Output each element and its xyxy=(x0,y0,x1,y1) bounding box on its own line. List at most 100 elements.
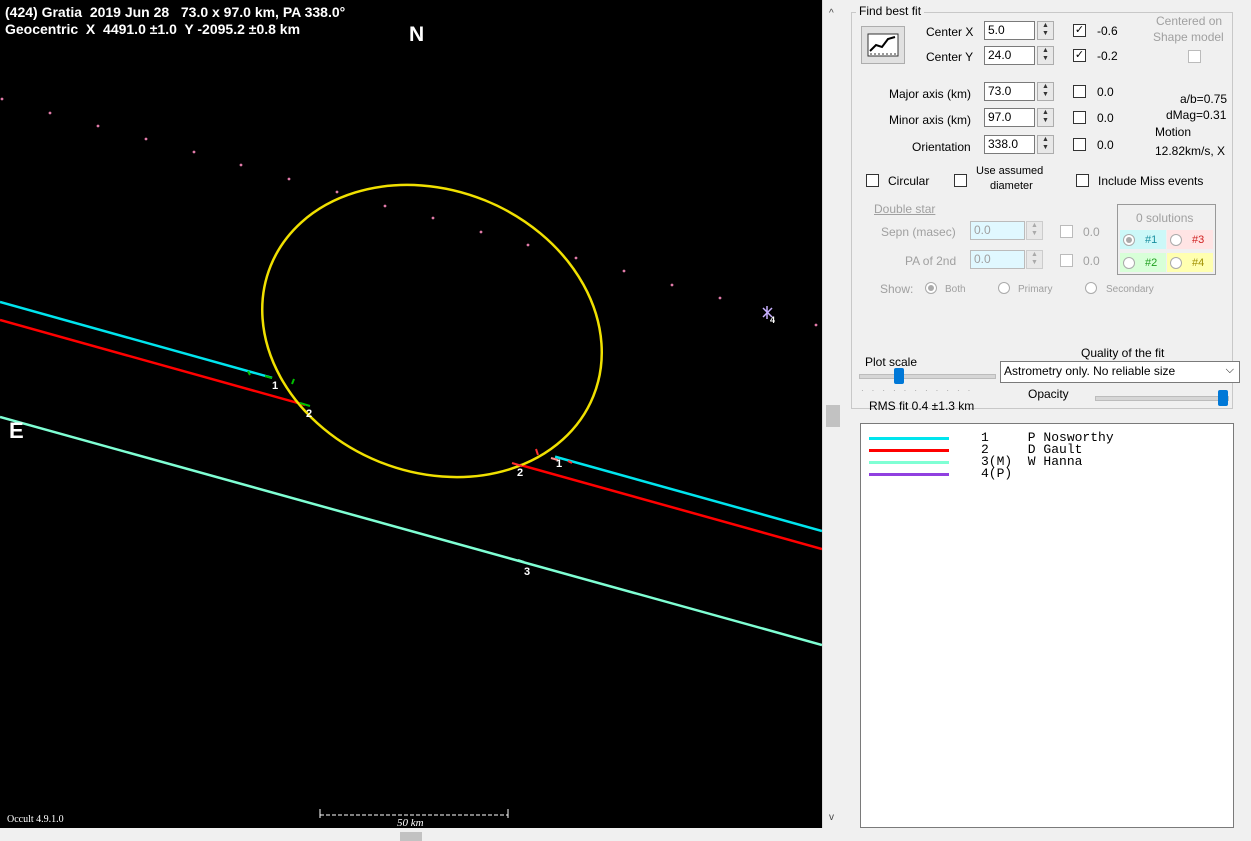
plot-area[interactable]: (424) Gratia 2019 Jun 28 73.0 x 97.0 km,… xyxy=(0,0,822,828)
solution-3-radio[interactable] xyxy=(1170,234,1182,246)
legend-color-swatch xyxy=(869,473,949,476)
legend-color-swatch xyxy=(869,449,949,452)
motion-value: 12.82km/s, X xyxy=(1155,144,1226,158)
opacity-slider-thumb[interactable] xyxy=(1218,390,1228,406)
orientation-spinner[interactable]: ▲ ▼ xyxy=(1037,135,1054,154)
center-x-spinner[interactable]: ▲ ▼ xyxy=(1037,21,1054,40)
show-both-radio[interactable] xyxy=(925,282,937,294)
observer-legend-list[interactable]: 1 P Nosworthy 2 D Gault 3(M) W Hanna 4(P) xyxy=(860,423,1234,828)
legend-text: 4(P) xyxy=(981,466,1028,481)
pa2-input[interactable]: 0.0 xyxy=(970,250,1025,269)
sepn-spinner[interactable]: ▲ ▼ xyxy=(1026,221,1043,240)
show-both-label: Both xyxy=(945,284,966,295)
sepn-checkbox[interactable] xyxy=(1060,225,1073,238)
center-y-input[interactable]: 24.0 xyxy=(984,46,1035,65)
scroll-up-icon[interactable]: ^ xyxy=(829,8,834,19)
solution-1-radio[interactable] xyxy=(1123,234,1135,246)
fit-chart-icon xyxy=(867,33,899,57)
quality-select-value: Astrometry only. No reliable size xyxy=(1004,364,1176,378)
motion-label: Motion xyxy=(1155,125,1192,139)
plot-scale-track[interactable] xyxy=(859,374,996,379)
show-secondary-radio[interactable] xyxy=(1085,282,1097,294)
horizontal-scroll-thumb[interactable] xyxy=(400,832,422,841)
centered-on-label-1: Centered on xyxy=(1156,14,1223,28)
pa2-checkbox[interactable] xyxy=(1060,254,1073,267)
solution-1-label: #1 xyxy=(1145,234,1158,246)
double-star-label: Double star xyxy=(874,202,936,216)
scroll-down-icon[interactable]: v xyxy=(829,812,834,823)
centered-on-shape-checkbox[interactable] xyxy=(1188,50,1201,63)
quality-label: Quality of the fit xyxy=(1081,346,1165,360)
center-x-delta: -0.6 xyxy=(1097,24,1118,38)
rms-fit-label: RMS fit 0.4 ±1.3 km xyxy=(869,399,975,413)
center-y-spinner[interactable]: ▲ ▼ xyxy=(1037,46,1054,65)
asteroid-profile-ellipse xyxy=(260,183,604,479)
center-x-input[interactable]: 5.0 xyxy=(984,21,1035,40)
use-assumed-diameter-checkbox[interactable] xyxy=(954,174,967,187)
orientation-delta: 0.0 xyxy=(1097,138,1114,152)
show-primary-label: Primary xyxy=(1018,284,1053,295)
sepn-input[interactable]: 0.0 xyxy=(970,221,1025,240)
minor-axis-checkbox[interactable] xyxy=(1073,111,1086,124)
quality-select[interactable]: Astrometry only. No reliable size ⌵ xyxy=(1000,361,1240,383)
centered-on-label-2: Shape model xyxy=(1153,30,1224,44)
chord-label-2-left: 2 xyxy=(306,408,313,420)
circular-checkbox[interactable] xyxy=(866,174,879,187)
center-x-checkbox[interactable]: ✓ xyxy=(1073,24,1086,37)
pa2-spinner[interactable]: ▲ ▼ xyxy=(1026,250,1043,269)
show-secondary-label: Secondary xyxy=(1106,284,1154,295)
vertical-scroll-thumb[interactable] xyxy=(826,405,840,427)
plot-title-line2: Geocentric X 4491.0 ±1.0 Y -2095.2 ±0.8 … xyxy=(5,21,301,37)
solution-4-radio[interactable] xyxy=(1170,257,1182,269)
use-assumed-label-2: diameter xyxy=(990,180,1033,192)
find-best-fit-legend: Find best fit xyxy=(856,4,925,18)
orientation-label: Orientation xyxy=(912,140,971,154)
minor-axis-delta: 0.0 xyxy=(1097,111,1114,125)
major-axis-input[interactable]: 73.0 xyxy=(984,82,1035,101)
sepn-delta: 0.0 xyxy=(1083,225,1100,239)
pa2-label: PA of 2nd xyxy=(905,254,957,268)
major-axis-checkbox[interactable] xyxy=(1073,85,1086,98)
solutions-label: 0 solutions xyxy=(1136,211,1194,225)
show-label: Show: xyxy=(880,282,914,296)
opacity-track[interactable] xyxy=(1095,396,1229,401)
dmag-label: dMag=0.31 xyxy=(1166,108,1227,122)
major-axis-label: Major axis (km) xyxy=(889,87,972,101)
center-y-delta: -0.2 xyxy=(1097,49,1118,63)
scale-label: 50 km xyxy=(395,817,426,828)
solution-2-label: #2 xyxy=(1145,257,1158,269)
minor-axis-label: Minor axis (km) xyxy=(889,113,972,127)
plot-scale-label: Plot scale xyxy=(865,355,918,369)
solution-4-label: #4 xyxy=(1192,257,1205,269)
orientation-checkbox[interactable] xyxy=(1073,138,1086,151)
show-primary-radio[interactable] xyxy=(998,282,1010,294)
circular-label: Circular xyxy=(888,174,930,188)
solution-3-label: #3 xyxy=(1192,234,1205,246)
version-label: Occult 4.9.1.0 xyxy=(7,814,64,825)
chord-label-3: 3 xyxy=(524,566,531,578)
chord-label-2-right: 2 xyxy=(517,467,524,479)
sepn-label: Sepn (masec) xyxy=(881,225,956,239)
major-axis-delta: 0.0 xyxy=(1097,85,1114,99)
minor-axis-spinner[interactable]: ▲ ▼ xyxy=(1037,108,1054,127)
chord-label-1-right: 1 xyxy=(556,458,563,470)
plot-canvas xyxy=(0,97,822,818)
plot-horizontal-scrollbar[interactable] xyxy=(0,828,822,841)
solution-2-radio[interactable] xyxy=(1123,257,1135,269)
plot-title-line1: (424) Gratia 2019 Jun 28 73.0 x 97.0 km,… xyxy=(5,4,346,20)
orientation-input[interactable]: 338.0 xyxy=(984,135,1035,154)
legend-color-swatch xyxy=(869,437,949,440)
minor-axis-input[interactable]: 97.0 xyxy=(984,108,1035,127)
chord-3-line xyxy=(0,415,822,647)
chevron-down-icon: ⌵ xyxy=(1225,364,1234,376)
legend-color-swatch xyxy=(869,461,949,464)
plot-vertical-scrollbar[interactable]: ^ v xyxy=(822,0,846,828)
opacity-label: Opacity xyxy=(1028,387,1069,401)
find-best-fit-button[interactable] xyxy=(861,26,905,64)
plot-scale-slider-thumb[interactable] xyxy=(894,368,905,384)
major-axis-spinner[interactable]: ▲ ▼ xyxy=(1037,82,1054,101)
motion-path-dots xyxy=(0,97,818,327)
include-miss-checkbox[interactable] xyxy=(1076,174,1089,187)
chord-label-1-left: 1 xyxy=(272,380,279,392)
center-y-checkbox[interactable]: ✓ xyxy=(1073,49,1086,62)
